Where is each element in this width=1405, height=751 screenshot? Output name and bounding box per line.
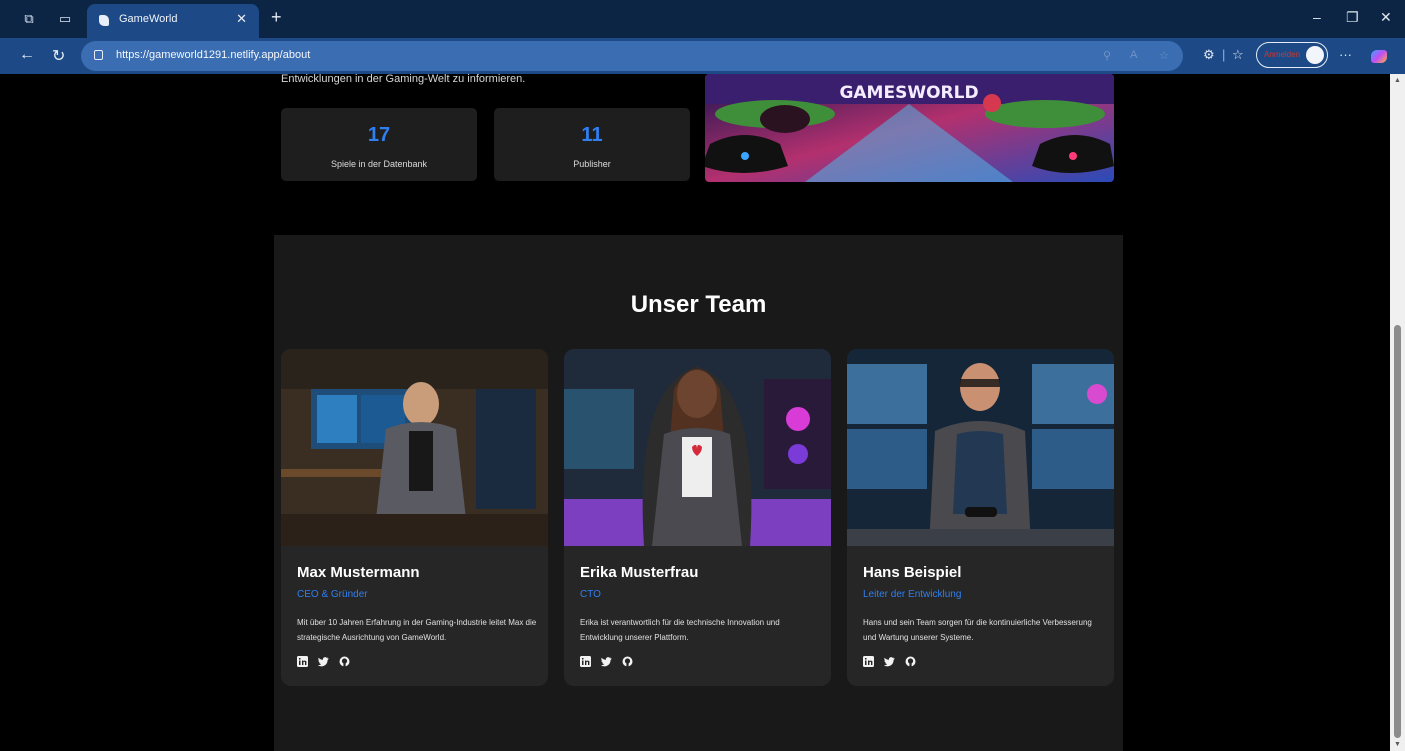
extensions-icon[interactable]: ⚙ xyxy=(1203,47,1215,63)
page-viewport: Entwicklungen in der Gaming-Welt zu info… xyxy=(0,74,1405,751)
navigation-bar: ← ↻ https://gameworld1291.netlify.app/ab… xyxy=(0,38,1405,74)
stat-card-games: 17 Spiele in der Datenbank xyxy=(281,108,477,181)
scroll-down-icon[interactable]: ▼ xyxy=(1394,741,1401,748)
member-bio: Erika ist verantwortlich für die technis… xyxy=(580,618,780,642)
team-card-erika: Erika Musterfrau CTO Erika ist verantwor… xyxy=(564,349,831,686)
member-name: Erika Musterfrau xyxy=(580,564,699,581)
intro-text: Entwicklungen in der Gaming-Welt zu info… xyxy=(281,74,526,85)
linkedin-icon[interactable] xyxy=(580,656,591,667)
member-role: Leiter der Entwicklung xyxy=(863,589,962,600)
team-member-photo xyxy=(564,349,831,546)
twitter-icon[interactable] xyxy=(318,656,329,667)
tab-bar: ⧉ ▭ GameWorld ✕ + – ❐ ✕ xyxy=(0,0,1405,38)
minimize-icon[interactable]: – xyxy=(1313,9,1321,25)
stat-label: Spiele in der Datenbank xyxy=(330,159,428,169)
separator: | xyxy=(1222,47,1226,62)
tab-title: GameWorld xyxy=(119,13,178,25)
twitter-icon[interactable] xyxy=(884,656,895,667)
section-title: Unser Team xyxy=(630,291,767,318)
close-tab-icon[interactable]: ✕ xyxy=(236,11,247,27)
team-member-photo xyxy=(281,349,548,546)
profile-button[interactable]: Anmelden xyxy=(1256,42,1328,68)
github-icon[interactable] xyxy=(905,656,916,667)
team-card-hans: Hans Beispiel Leiter der Entwicklung Han… xyxy=(847,349,1114,686)
team-member-photo xyxy=(847,349,1114,546)
favorite-star-icon[interactable]: ☆ xyxy=(1159,49,1169,62)
new-tab-icon[interactable]: + xyxy=(271,7,282,28)
lock-icon[interactable] xyxy=(94,50,103,60)
more-icon[interactable]: ··· xyxy=(1339,47,1352,62)
profile-label: Anmelden xyxy=(1264,50,1301,59)
stat-value: 17 xyxy=(367,124,391,146)
browser-window: ⧉ ▭ GameWorld ✕ + – ❐ ✕ ← ↻ https://game… xyxy=(0,0,1405,751)
copilot-icon[interactable] xyxy=(1371,50,1387,63)
address-bar[interactable]: https://gameworld1291.netlify.app/about … xyxy=(81,41,1183,71)
tab-gameworld[interactable]: GameWorld ✕ xyxy=(87,4,259,38)
workspaces-icon[interactable]: ⧉ xyxy=(21,11,37,27)
github-icon[interactable] xyxy=(339,656,350,667)
member-name: Hans Beispiel xyxy=(863,564,962,581)
banner-logo-text: GAMESWORLD xyxy=(839,83,978,103)
team-section: Unser Team Max Mustermann CEO & Gründer … xyxy=(274,235,1123,751)
member-role: CTO xyxy=(580,589,601,600)
stat-card-publishers: 11 Publisher xyxy=(494,108,690,181)
avatar-icon xyxy=(1306,46,1324,64)
site-favicon xyxy=(99,15,109,26)
stat-label: Publisher xyxy=(573,159,611,169)
stat-value: 11 xyxy=(581,124,603,146)
linkedin-icon[interactable] xyxy=(297,656,308,667)
scrollbar-thumb[interactable] xyxy=(1394,325,1401,738)
member-name: Max Mustermann xyxy=(297,564,420,581)
back-icon[interactable]: ← xyxy=(19,46,35,64)
github-icon[interactable] xyxy=(622,656,633,667)
url-text[interactable]: https://gameworld1291.netlify.app/about xyxy=(116,49,310,61)
read-aloud-icon[interactable]: A xyxy=(1130,49,1137,61)
scroll-up-icon[interactable]: ▲ xyxy=(1394,77,1401,84)
member-role: CEO & Gründer xyxy=(297,589,368,600)
close-window-icon[interactable]: ✕ xyxy=(1380,9,1392,26)
favorites-icon[interactable]: ☆ xyxy=(1232,47,1244,63)
gamesworld-banner-image: GAMESWORLD xyxy=(705,74,1114,182)
zoom-icon[interactable]: ⚲ xyxy=(1103,49,1111,62)
team-card-max: Max Mustermann CEO & Gründer Mit über 10… xyxy=(281,349,548,686)
twitter-icon[interactable] xyxy=(601,656,612,667)
vertical-scrollbar[interactable]: ▲ ▼ xyxy=(1390,74,1405,751)
tab-actions-icon[interactable]: ▭ xyxy=(57,11,73,27)
refresh-icon[interactable]: ↻ xyxy=(52,46,65,66)
linkedin-icon[interactable] xyxy=(863,656,874,667)
member-bio: Hans und sein Team sorgen für die kontin… xyxy=(863,618,1092,642)
member-bio: Mit über 10 Jahren Erfahrung in der Gami… xyxy=(297,618,537,642)
restore-icon[interactable]: ❐ xyxy=(1346,9,1359,26)
